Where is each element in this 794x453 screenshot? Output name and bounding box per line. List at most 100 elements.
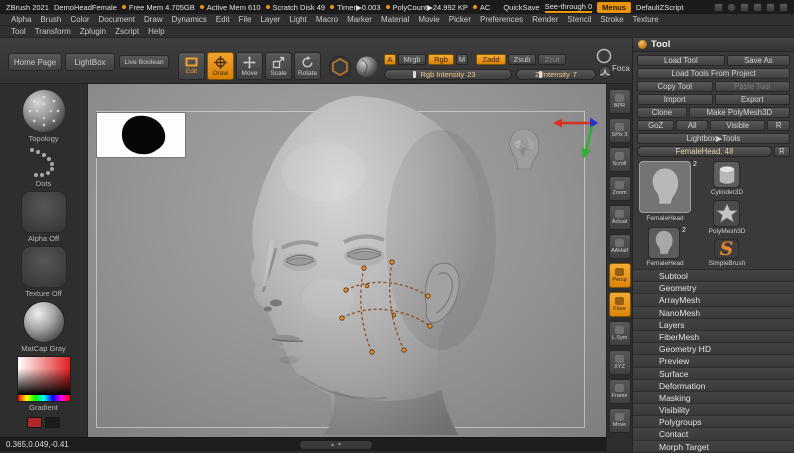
load-tool-button[interactable]: Load Tool bbox=[637, 55, 725, 66]
rotate-button[interactable]: Rotate bbox=[294, 52, 321, 80]
tool-subpalette-row[interactable]: Surface bbox=[633, 367, 794, 380]
menus-button[interactable]: Menus bbox=[597, 1, 631, 13]
active-tool-r-button[interactable]: R bbox=[774, 146, 790, 157]
colorpick-icon[interactable] bbox=[727, 2, 736, 12]
menu-item[interactable]: Document bbox=[97, 15, 137, 24]
dynamic-brush-sphere-icon[interactable] bbox=[355, 55, 379, 79]
mrgb-button[interactable]: Mrgb bbox=[398, 54, 426, 65]
live-boolean-button[interactable]: Live Boolean bbox=[119, 55, 169, 69]
tool-thumbnail[interactable] bbox=[713, 161, 740, 188]
menu-item[interactable]: Picker bbox=[447, 15, 473, 24]
tool-subpalette-row[interactable]: Visibility bbox=[633, 404, 794, 417]
menu-item[interactable]: Help bbox=[146, 27, 166, 36]
goz-all-button[interactable]: All bbox=[676, 120, 709, 131]
menu-item[interactable]: Zplugin bbox=[78, 27, 108, 36]
tool-subpalette-row[interactable]: Contact bbox=[633, 428, 794, 441]
paste-tool-button[interactable]: Paste Tool bbox=[714, 81, 790, 92]
focal-curve-icon[interactable] bbox=[598, 65, 612, 79]
right-shelf-button[interactable]: Frame bbox=[608, 379, 631, 404]
canvas-scrollbar[interactable]: ▴ ▾ bbox=[300, 441, 372, 449]
tool-subpalette-row[interactable]: NanoMesh bbox=[633, 306, 794, 319]
tool-subpalette-row[interactable]: Geometry HD bbox=[633, 343, 794, 356]
zsub-button[interactable]: Zsub bbox=[508, 54, 536, 65]
quicksave-button[interactable]: QuickSave bbox=[503, 3, 539, 12]
menu-item[interactable]: File bbox=[237, 15, 254, 24]
active-tool-thumbnail[interactable] bbox=[639, 161, 691, 213]
right-shelf-button[interactable]: Scroll bbox=[608, 147, 631, 172]
goz-visible-button[interactable]: Visible bbox=[710, 120, 766, 131]
hue-strip[interactable] bbox=[17, 395, 70, 401]
menu-item[interactable]: Preferences bbox=[478, 15, 525, 24]
help-icon[interactable] bbox=[740, 2, 749, 12]
tool-thumbnail[interactable] bbox=[648, 227, 680, 259]
tool-subpalette-row[interactable]: FiberMesh bbox=[633, 330, 794, 344]
material-sphere-icon[interactable] bbox=[22, 301, 65, 343]
menu-item[interactable]: Dynamics bbox=[170, 15, 209, 24]
menu-item[interactable]: Zscript bbox=[113, 27, 141, 36]
menu-item[interactable]: Render bbox=[530, 15, 560, 24]
menu-item[interactable]: Tool bbox=[9, 27, 28, 36]
menu-item[interactable]: Marker bbox=[345, 15, 374, 24]
draw-button[interactable]: Draw bbox=[207, 52, 234, 80]
move-button[interactable]: Move bbox=[236, 52, 263, 80]
menu-item[interactable]: Alpha bbox=[9, 15, 33, 24]
right-shelf-button[interactable]: AAHalf bbox=[608, 234, 631, 259]
tool-subpalette-row[interactable]: Preview bbox=[633, 355, 794, 368]
menu-item[interactable]: Transform bbox=[33, 27, 73, 36]
link-icon[interactable] bbox=[714, 2, 723, 12]
maximize-icon[interactable] bbox=[766, 2, 775, 12]
lightbox-tools-button[interactable]: Lightbox▶Tools bbox=[637, 133, 790, 144]
rgb-intensity-slider[interactable]: Rgb Intensity 23 bbox=[384, 69, 512, 80]
export-button[interactable]: Export bbox=[714, 94, 790, 105]
rgb-button[interactable]: Rgb bbox=[428, 54, 454, 65]
sculptris-pro-icon[interactable] bbox=[328, 55, 352, 79]
lightbox-button[interactable]: LightBox bbox=[65, 53, 115, 71]
secondary-color-swatch[interactable] bbox=[45, 417, 60, 428]
menu-item[interactable]: Edit bbox=[214, 15, 232, 24]
import-button[interactable]: Import bbox=[637, 94, 713, 105]
goz-button[interactable]: GoZ bbox=[637, 120, 675, 131]
m-button[interactable]: M bbox=[456, 54, 468, 65]
scroll-down-icon[interactable]: ▾ bbox=[338, 441, 341, 449]
current-brush-icon[interactable] bbox=[22, 89, 66, 133]
saturation-square[interactable] bbox=[17, 357, 70, 395]
menu-item[interactable]: Movie bbox=[416, 15, 441, 24]
zcut-button[interactable]: Zcut bbox=[538, 54, 566, 65]
minimize-icon[interactable] bbox=[753, 2, 762, 12]
menu-item[interactable]: Draw bbox=[142, 15, 165, 24]
see-through-slider[interactable]: See-through 0 bbox=[544, 2, 593, 13]
tool-subpalette-row[interactable]: Polygroups bbox=[633, 416, 794, 429]
texture-thumbnail[interactable] bbox=[20, 246, 67, 288]
right-shelf-button[interactable]: Floor bbox=[608, 292, 631, 317]
close-icon[interactable] bbox=[779, 2, 788, 12]
clone-button[interactable]: Clone bbox=[637, 107, 687, 118]
scroll-up-icon[interactable]: ▴ bbox=[331, 441, 334, 449]
default-zscript-button[interactable]: DefaultZScript bbox=[636, 3, 684, 12]
right-shelf-button[interactable]: Zoom bbox=[608, 176, 631, 201]
tool-subpalette-row[interactable]: Subtool bbox=[633, 270, 794, 283]
menu-item[interactable]: Texture bbox=[631, 15, 661, 24]
right-shelf-button[interactable]: Persp bbox=[608, 263, 631, 288]
menu-item[interactable]: Stroke bbox=[598, 15, 625, 24]
tool-thumbnail[interactable] bbox=[713, 200, 740, 227]
sculpted-head-model[interactable] bbox=[206, 90, 506, 435]
edit-button[interactable]: Edit bbox=[178, 52, 205, 80]
menu-item[interactable]: Brush bbox=[38, 15, 63, 24]
active-tool-slider[interactable]: FemaleHead. 48 bbox=[637, 146, 772, 157]
color-picker[interactable] bbox=[16, 356, 71, 402]
menu-item[interactable]: Macro bbox=[314, 15, 340, 24]
right-shelf-button[interactable]: XYZ bbox=[608, 350, 631, 375]
right-shelf-button[interactable]: BPR bbox=[608, 89, 631, 114]
anti-aliasing-button[interactable]: A bbox=[384, 54, 396, 65]
tool-subpalette-row[interactable]: ArrayMesh bbox=[633, 294, 794, 307]
tool-subpalette-row[interactable]: Deformation bbox=[633, 379, 794, 392]
copy-tool-button[interactable]: Copy Tool bbox=[637, 81, 713, 92]
slider-handle[interactable] bbox=[413, 71, 416, 78]
zadd-button[interactable]: Zadd bbox=[476, 54, 506, 65]
goz-r-button[interactable]: R bbox=[767, 120, 790, 131]
z-intensity-slider[interactable]: Z Intensity 7 bbox=[516, 69, 596, 80]
tool-thumbnail[interactable]: S bbox=[714, 239, 739, 259]
canvas[interactable] bbox=[88, 84, 606, 437]
main-color-swatch[interactable] bbox=[27, 417, 42, 428]
menu-item[interactable]: Material bbox=[379, 15, 411, 24]
